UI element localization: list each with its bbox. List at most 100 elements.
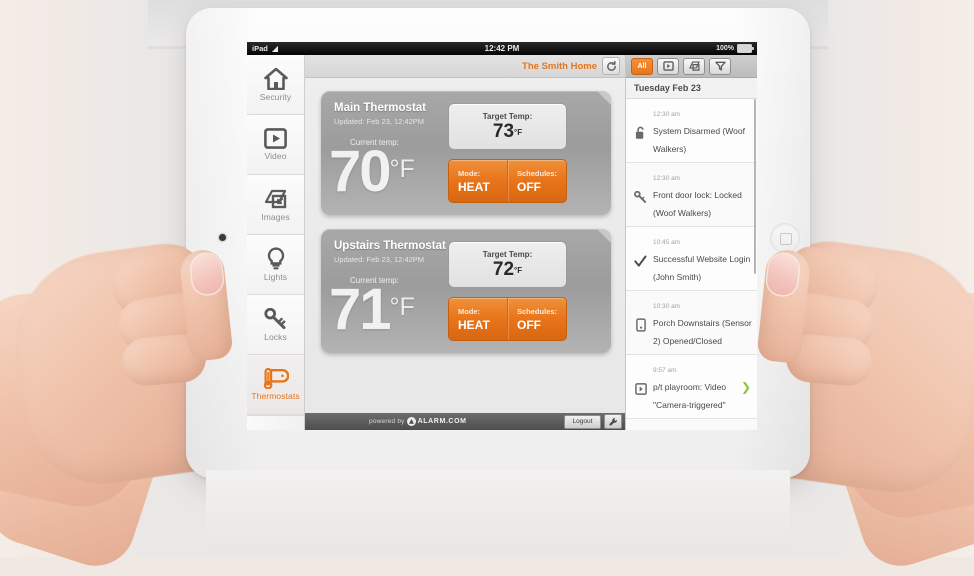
feed-item-text-wrap: 9:42 am Successful Website Login (Michel… [653, 423, 753, 430]
checkmark-icon [633, 231, 648, 285]
activity-feed-panel: All Tuesday Feb 23 12:30 am System Disar… [625, 55, 757, 430]
thermometer-icon [262, 368, 289, 389]
mode-schedules-bar[interactable]: Mode: HEAT Schedules: OFF [448, 297, 567, 341]
schedules-value: OFF [517, 179, 541, 194]
mode-value: HEAT [458, 317, 490, 332]
play-square-icon [264, 128, 287, 149]
sidebar-item-lights[interactable]: Lights [247, 235, 304, 295]
schedules-cell[interactable]: Schedules: OFF [507, 298, 566, 340]
sidebar-item-label: Thermostats [251, 391, 300, 401]
app-header: The Smith Home [305, 55, 625, 78]
feed-item-description: Porch Downstairs (Sensor 2) Opened/Close… [653, 318, 752, 346]
target-temp-value: 73 [492, 121, 515, 142]
sidebar-item-thermostats[interactable]: Thermostats [247, 355, 304, 415]
thermostat-updated: Updated: Feb 23, 12:42PM [334, 117, 425, 126]
feed-item-text-wrap: 10:45 am Successful Website Login (John … [653, 231, 753, 285]
feed-item[interactable]: 12:30 am Front door lock: Locked (Woof W… [626, 163, 757, 227]
home-name-label: The Smith Home [522, 60, 597, 72]
feed-item[interactable]: 9:42 am Successful Website Login (Michel… [626, 419, 757, 430]
mode-schedules-bar[interactable]: Mode: HEAT Schedules: OFF [448, 159, 567, 203]
target-temp-box[interactable]: Target Temp: 72°F [448, 241, 567, 288]
current-temp-value: 70 [329, 139, 391, 204]
alarm-com-app: Security Video Images Lights Locks Therm… [247, 55, 757, 430]
feed-tab-filter[interactable] [709, 57, 731, 75]
sidebar-item-label: Lights [263, 272, 288, 282]
battery-full-icon [737, 44, 754, 53]
sidebar-item-label: Video [264, 151, 287, 161]
mode-cell[interactable]: Mode: HEAT [449, 298, 507, 340]
feed-item[interactable]: 10:45 am Successful Website Login (John … [626, 227, 757, 291]
target-temp-unit: °F [514, 128, 523, 137]
feed-item-time: 12:30 am [653, 175, 681, 182]
sidebar-item-security[interactable]: Security [247, 55, 304, 115]
sidebar-item-label: Security [259, 91, 292, 102]
feed-item-text-wrap: 12:30 am System Disarmed (Woof Walkers) [653, 103, 753, 157]
feed-item-description: Successful Website Login (John Smith) [653, 254, 751, 282]
wrench-icon[interactable] [604, 414, 622, 429]
key-icon [633, 167, 648, 221]
feed-scrollbar[interactable] [754, 99, 756, 274]
current-temp-value: 71 [329, 277, 391, 342]
refresh-icon[interactable] [602, 57, 620, 75]
target-temp-value-wrap: 73°F [493, 122, 522, 141]
status-right: 100% [716, 44, 754, 53]
mode-label: Mode: [458, 168, 481, 178]
thermostat-card[interactable]: Main Thermostat Updated: Feb 23, 12:42PM… [321, 91, 611, 215]
feed-item-time: 12:30 am [653, 111, 681, 118]
feed-tab-images[interactable] [683, 57, 705, 75]
feed-item-description: p/t playroom: Video "Camera-triggered" [653, 382, 727, 410]
target-temp-value: 72 [492, 259, 515, 280]
home-button-icon[interactable] [770, 223, 800, 253]
thermostats-panel: The Smith Home Main Thermostat Updated: … [305, 55, 625, 430]
feed-tab-all[interactable]: All [631, 57, 653, 75]
feed-item-text-wrap: 10:30 am Porch Downstairs (Sensor 2) Ope… [653, 295, 753, 349]
schedules-cell[interactable]: Schedules: OFF [507, 160, 566, 202]
app-footer: powered by ALARM.COM Logout [305, 413, 625, 430]
sidebar-item-video[interactable]: Video [247, 115, 304, 175]
brand-label: ALARM.COM [417, 418, 467, 425]
battery-percent-label: 100% [716, 45, 734, 52]
sidebar-filler [247, 415, 304, 430]
feed-item[interactable]: 10:30 am Porch Downstairs (Sensor 2) Ope… [626, 291, 757, 355]
feed-item-text-wrap: 12:30 am Front door lock: Locked (Woof W… [653, 167, 753, 221]
image-arrow-icon [264, 188, 288, 210]
video-icon [633, 359, 648, 413]
feed-item-time: 10:30 am [653, 303, 681, 310]
sidebar-item-label: Locks [264, 331, 287, 342]
feed-item-time: 9:57 am [653, 367, 677, 374]
chevron-right-icon[interactable]: ❯ [741, 380, 751, 394]
target-temp-label: Target Temp: [482, 250, 533, 259]
mode-cell[interactable]: Mode: HEAT [449, 160, 507, 202]
checkmark-icon [633, 423, 648, 430]
unlocked-padlock-icon [633, 103, 648, 157]
feed-tab-video[interactable] [657, 57, 679, 75]
target-temp-box[interactable]: Target Temp: 73°F [448, 103, 567, 150]
target-temp-unit: °F [514, 266, 523, 275]
schedules-label: Schedules: [517, 306, 558, 316]
sidebar-item-locks[interactable]: Locks [247, 295, 304, 355]
thermostat-updated: Updated: Feb 23, 12:42PM [334, 255, 425, 264]
schedules-label: Schedules: [517, 168, 558, 178]
feed-item-list[interactable]: 12:30 am System Disarmed (Woof Walkers) … [626, 99, 757, 430]
status-clock: 12:42 PM [484, 44, 520, 53]
sidebar-item-images[interactable]: Images [247, 175, 304, 235]
house-icon [263, 67, 288, 90]
current-temp-value-wrap: 70°F [329, 143, 415, 201]
current-temp-value-wrap: 71°F [329, 281, 415, 339]
ipad-screen: iPad ◢ 12:42 PM 100% Security Video Imag… [247, 42, 757, 430]
feed-item-description: System Disarmed (Woof Walkers) [653, 126, 745, 154]
mode-label: Mode: [458, 306, 481, 316]
key-icon [264, 307, 287, 330]
target-temp-value-wrap: 72°F [493, 260, 522, 279]
feed-item-text-wrap: 9:57 am p/t playroom: Video "Camera-trig… [653, 359, 753, 413]
current-temp-unit: °F [389, 155, 415, 183]
feed-item-description: Front door lock: Locked (Woof Walkers) [653, 190, 742, 218]
feed-item-time: 10:45 am [653, 239, 681, 246]
thermostat-card[interactable]: Upstairs Thermostat Updated: Feb 23, 12:… [321, 229, 611, 353]
powered-by-label: powered by [369, 418, 405, 425]
lightbulb-icon [266, 247, 286, 270]
feed-item[interactable]: 9:57 am p/t playroom: Video "Camera-trig… [626, 355, 757, 419]
schedules-value: OFF [517, 317, 541, 332]
feed-item[interactable]: 12:30 am System Disarmed (Woof Walkers) [626, 99, 757, 163]
logout-button[interactable]: Logout [564, 414, 601, 429]
